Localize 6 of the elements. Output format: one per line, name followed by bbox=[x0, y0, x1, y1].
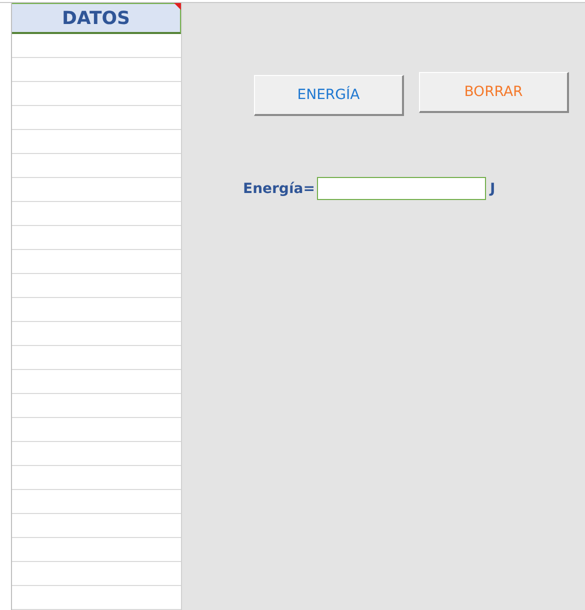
result-label: Energía= bbox=[243, 180, 315, 196]
result-field[interactable] bbox=[316, 177, 486, 200]
column-header: DATOS bbox=[12, 3, 181, 34]
unit-label: J bbox=[490, 180, 496, 196]
macro-button[interactable]: ENERGÍA bbox=[254, 75, 404, 116]
macro-button[interactable]: BORRAR bbox=[419, 72, 569, 113]
